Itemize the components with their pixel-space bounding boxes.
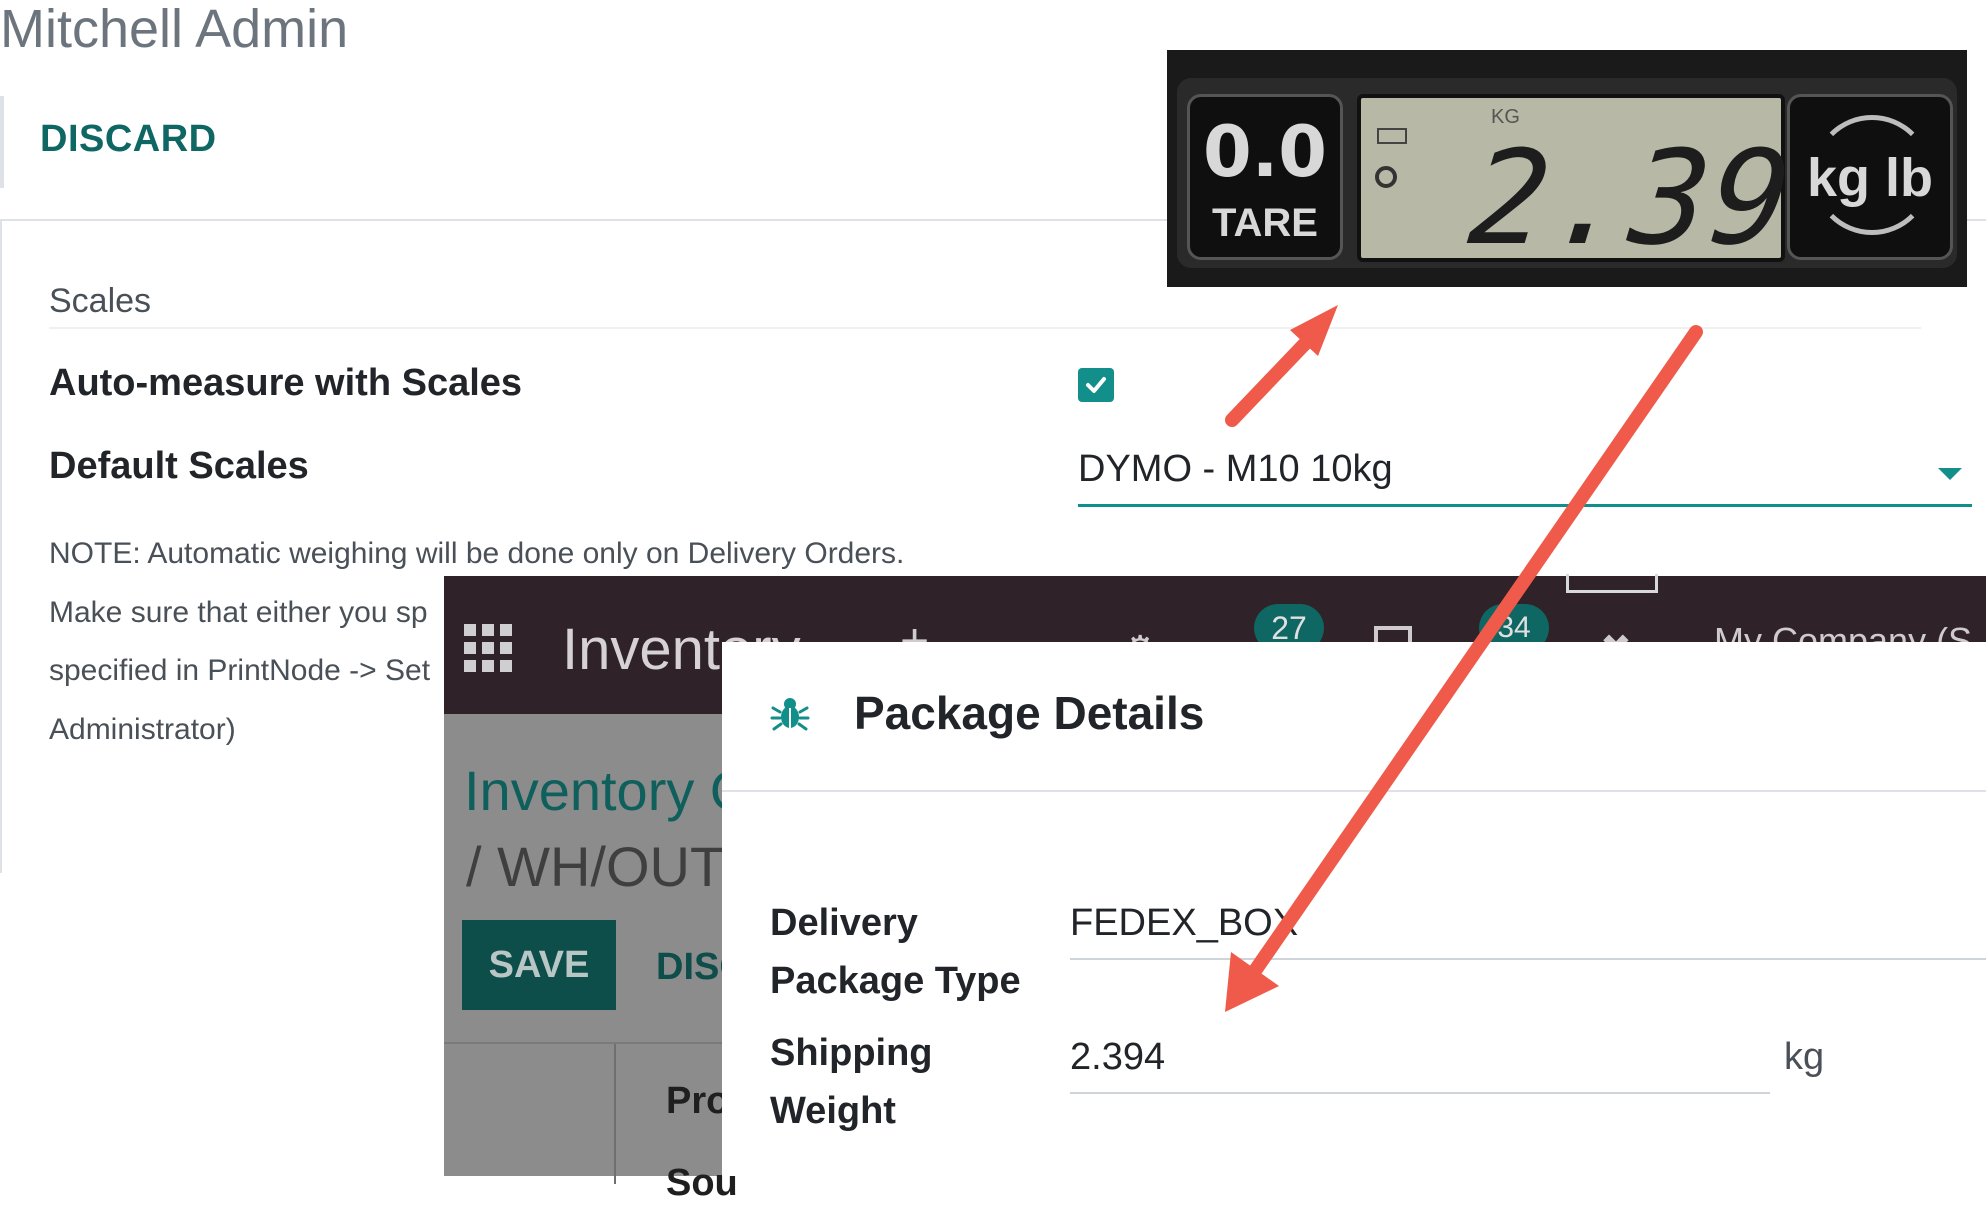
dialog-title: Package Details [854,687,1205,739]
shipping-weight-value: 2.394 [1070,1036,1166,1078]
delivery-package-type-field[interactable]: FEDEX_BOX [1070,898,1986,960]
shipping-weight-label: Shipping Weight [770,1032,933,1132]
note-line: NOTE: Automatic weighing will be done on… [49,537,905,570]
shipping-weight-unit: kg [1784,1036,1825,1078]
caret-down-icon [1938,468,1962,480]
form-column-divider [614,1044,616,1184]
apps-grid-icon[interactable] [464,624,512,672]
settings-left-border [0,221,2,873]
tare-button: 0.0 TARE [1187,94,1343,260]
delivery-package-type-value: FEDEX_BOX [1070,902,1299,944]
breadcrumb-parent[interactable]: Inventory O [464,758,753,823]
auto-measure-checkbox[interactable] [1078,368,1114,402]
save-button[interactable]: SAVE [462,920,616,1010]
section-title-scales: Scales [49,282,152,320]
default-scales-value: DYMO - M10 10kg [1078,448,1393,490]
package-details-dialog: Package Details Delivery Package Type FE… [722,642,1986,1176]
user-name: Mitchell Admin [0,0,349,59]
check-icon [1086,377,1106,393]
arrow-to-scale-display [1225,305,1338,427]
battery-icon [1377,128,1407,144]
note-line: Make sure that either you sp [49,596,428,629]
note-line: specified in PrintNode -> Set [49,654,431,687]
scale-lcd: KG 2.394 [1357,94,1880,274]
scale-display-photo: 0.0 TARE KG 2.394 kg lb [1167,50,1967,287]
dialog-header-separator [722,790,1986,792]
field-label-product: Pro [666,1080,730,1122]
navbar-tab-outline [1566,574,1658,593]
unit-toggle-button: kg lb [1787,94,1953,260]
toolbar-divider [0,96,4,188]
discard-button[interactable]: DISCARD [40,118,217,161]
bug-icon[interactable] [770,694,810,734]
shipping-weight-input[interactable]: 2.394 [1070,1030,1770,1094]
note-line: Administrator) [49,713,236,746]
section-divider [49,327,1921,329]
tare-label: TARE [1212,201,1318,245]
breadcrumb-current: / WH/OUT/ [466,835,740,898]
stable-indicator-icon [1375,166,1397,188]
delivery-package-type-label: Delivery Package Type [770,902,1021,1002]
auto-measure-label: Auto-measure with Scales [49,362,523,404]
tare-value: 0.0 [1202,111,1327,193]
unit-toggle-label: kg lb [1806,148,1933,208]
default-scales-select[interactable]: DYMO - M10 10kg [1078,446,1972,507]
default-scales-label: Default Scales [49,445,309,487]
